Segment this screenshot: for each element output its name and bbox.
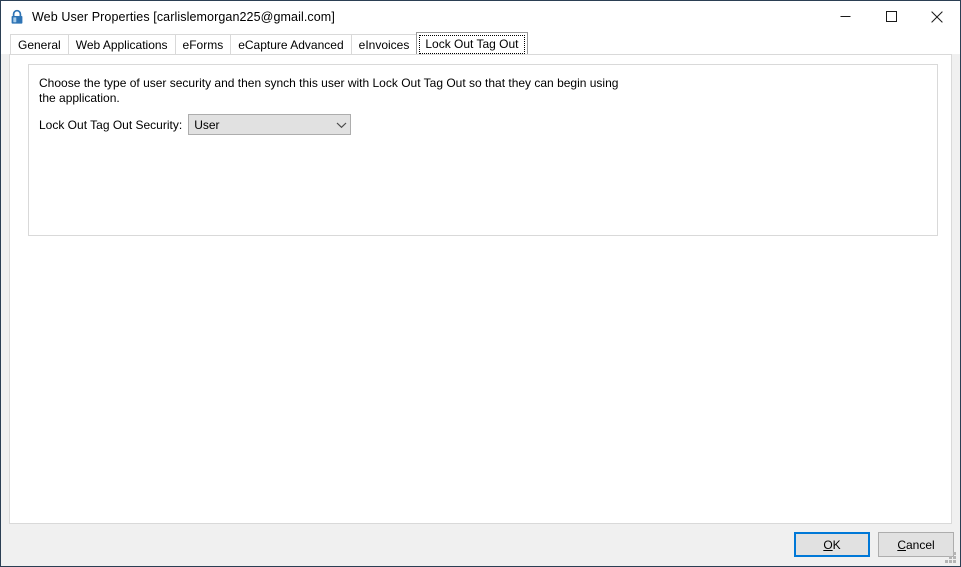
minimize-icon [840,16,850,17]
security-label: Lock Out Tag Out Security: [39,117,183,132]
tab-strip: General Web Applications eForms eCapture… [1,32,960,54]
ok-accel-letter: O [823,537,833,552]
cancel-label-rest: ancel [905,537,935,552]
padlock-icon [11,9,23,24]
chevron-down-icon [333,115,350,134]
ok-label-rest: K [832,537,841,552]
window-controls [822,1,960,32]
tab-ecapture-advanced[interactable]: eCapture Advanced [230,34,352,54]
tab-label: Web Applications [75,37,168,52]
security-group-box: Choose the type of user security and the… [28,64,938,236]
description-text: Choose the type of user security and the… [39,76,619,105]
tab-label: eForms [182,37,224,52]
tab-web-applications[interactable]: Web Applications [67,34,176,54]
close-icon [931,10,943,23]
maximize-icon [885,11,897,22]
tab-label: eCapture Advanced [238,37,344,52]
resize-grip[interactable] [944,551,957,564]
tab-label: Lock Out Tag Out [425,36,519,51]
dialog-footer: OK Cancel [1,524,960,566]
maximize-button[interactable] [868,1,914,32]
tab-label: General [18,37,61,52]
security-field-row: Lock Out Tag Out Security: User [39,114,352,135]
tab-lock-out-tag-out[interactable]: Lock Out Tag Out [416,32,528,54]
security-dropdown[interactable]: User [188,114,352,135]
dialog-window: Web User Properties [carlislemorgan225@g… [0,0,961,567]
minimize-button[interactable] [822,1,868,32]
tab-general[interactable]: General [10,34,69,54]
cancel-accel-letter: C [897,537,906,552]
close-button[interactable] [914,1,960,32]
security-dropdown-value: User [194,117,220,132]
ok-button[interactable]: OK [794,532,870,557]
window-title: Web User Properties [carlislemorgan225@g… [32,9,335,24]
title-bar: Web User Properties [carlislemorgan225@g… [1,1,960,32]
tab-label: eInvoices [358,37,410,52]
cancel-button[interactable]: Cancel [878,532,954,557]
tab-eforms[interactable]: eForms [174,34,232,54]
tab-einvoices[interactable]: eInvoices [350,34,418,54]
tab-page-lock-out-tag-out: Choose the type of user security and the… [9,54,952,524]
